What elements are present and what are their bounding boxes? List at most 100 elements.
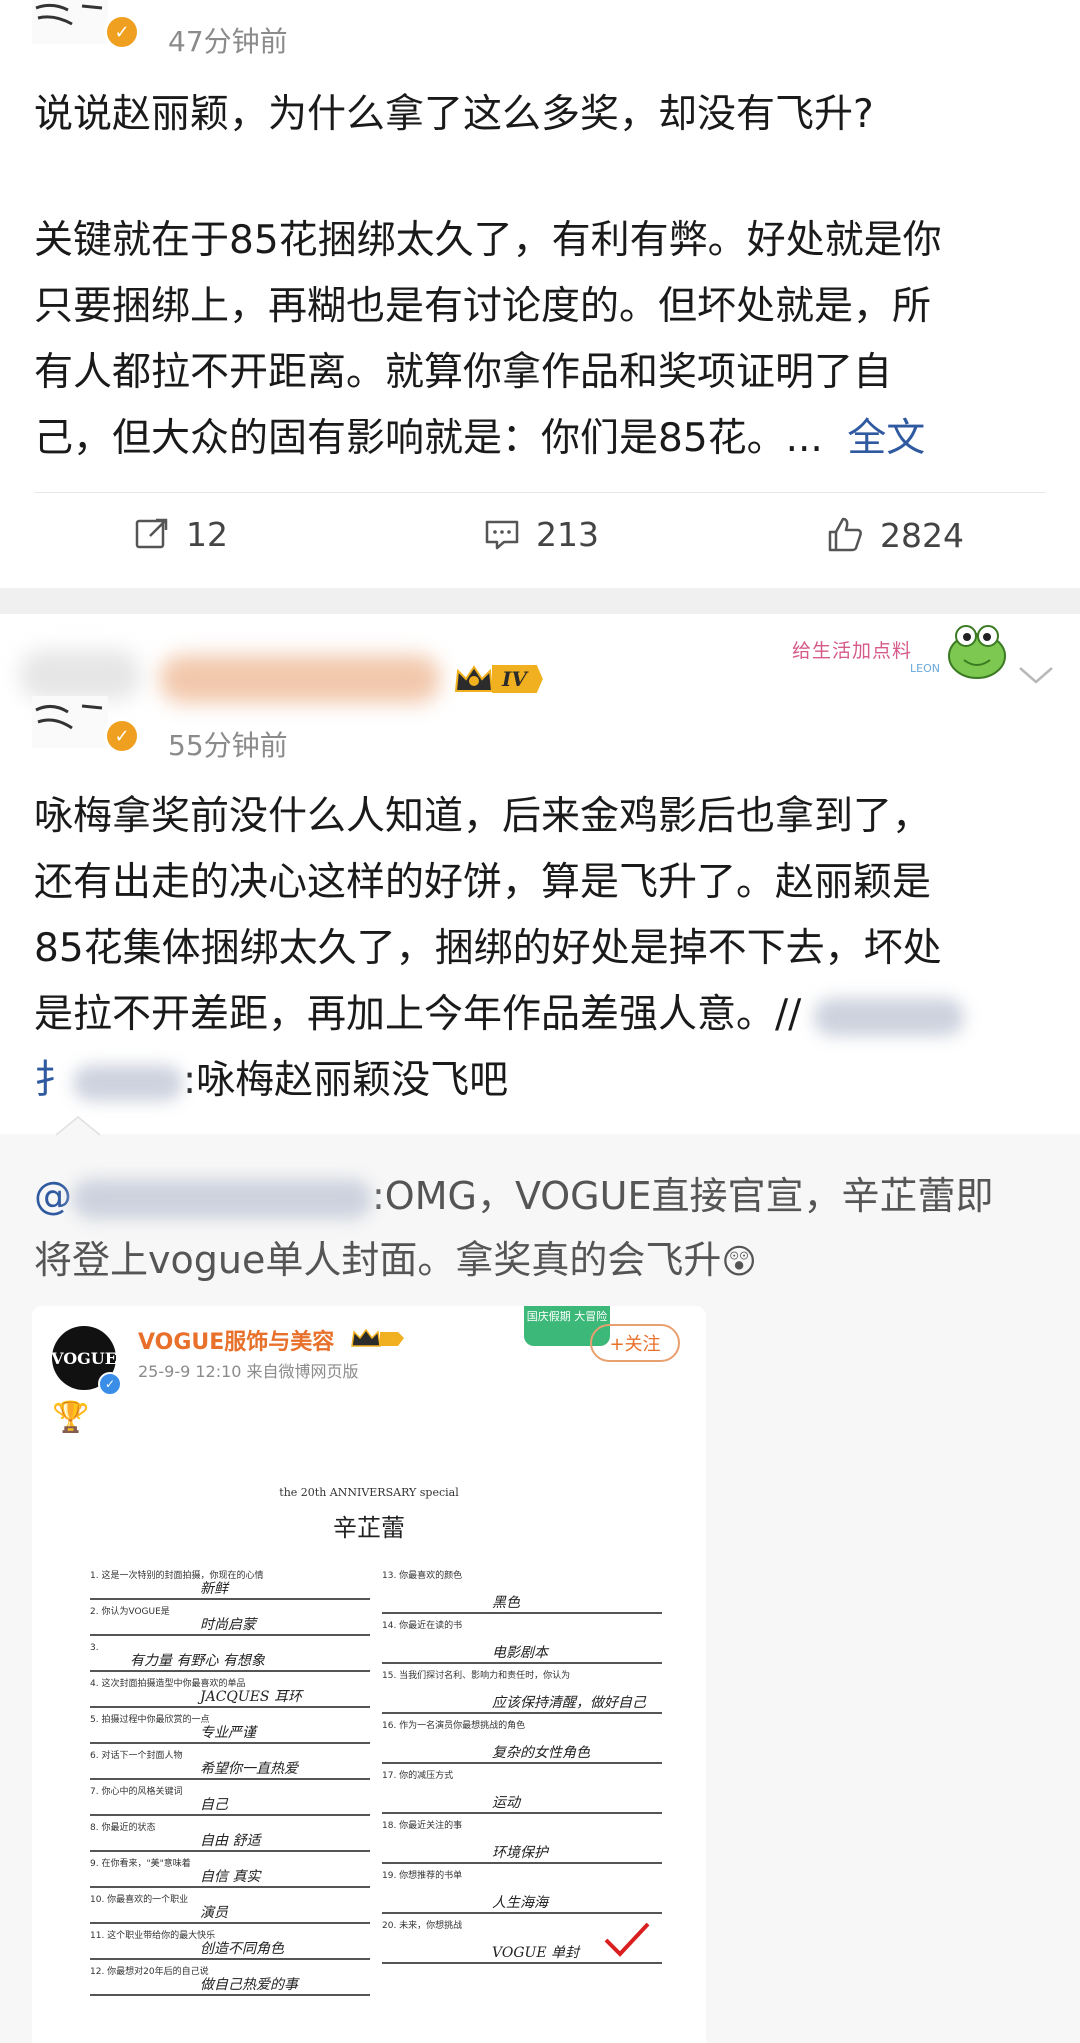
question-text: 7. 你心中的风格关键词 [90, 1787, 183, 1797]
like-count: 2824 [880, 515, 964, 555]
answer-underline [90, 1670, 370, 1672]
question-text: 19. 你想推荐的书单 [382, 1871, 463, 1881]
doc-header: the 20th ANNIVERSARY special [279, 1486, 459, 1499]
quote-pointer-icon [56, 1116, 100, 1136]
handwritten-answer: 电影剧本 [492, 1645, 548, 1661]
check-mark-icon [604, 1922, 650, 1957]
doc-left-column: 1. 这是一次特别的封面拍摄，你现在的心情 新鲜 2. 你认为VOGUE是 时尚启蒙 3… [90, 1568, 390, 2008]
follow-button[interactable]: +关注 [590, 1324, 680, 1362]
handwritten-answer: 黑色 [492, 1595, 520, 1611]
verified-badge-icon: ✓ [104, 718, 140, 754]
handwritten-answer: 时尚启蒙 [200, 1617, 256, 1633]
question-text: 5. 拍摄过程中你最欣赏的一点 [90, 1715, 210, 1725]
mention-link[interactable]: 扌 [34, 1058, 73, 1103]
answer-underline [90, 1994, 370, 1996]
answer-underline [90, 1634, 370, 1636]
frog-sticker-icon [948, 625, 1006, 679]
quote-text: :OMG，VOGUE直接官宣，辛芷蕾即 [372, 1174, 994, 1218]
trophy-icon: 🏆 [52, 1400, 90, 1435]
questionnaire-item: 1. 这是一次特别的封面拍摄，你现在的心情 新鲜 [90, 1568, 380, 1604]
question-text: 2. 你认为VOGUE是 [90, 1607, 170, 1617]
username-blurred[interactable] [20, 650, 140, 700]
questionnaire-item: 17. 你的减压方式运动 [382, 1768, 672, 1818]
divider [34, 492, 1046, 493]
vogue-avatar-text: VOGUE [51, 1348, 117, 1368]
question-text: 17. 你的减压方式 [382, 1771, 454, 1781]
post-title-line: 说说赵丽颖，为什么拿了这么多奖，却没有飞升? [34, 92, 874, 137]
handwritten-answer: 运动 [492, 1795, 520, 1811]
crown-icon [454, 665, 494, 692]
astonished-emoji-icon: 😲 [721, 1242, 757, 1282]
questionnaire-item: 16. 作为一名演员你最想挑战的角色 复杂的女性角色 [382, 1718, 672, 1768]
question-text: 16. 作为一名演员你最想挑战的角色 [382, 1721, 526, 1731]
answer-underline [90, 1706, 370, 1708]
question-text: 14. 你最近在读的书 [382, 1621, 463, 1631]
post-time: 55分钟前 [168, 729, 288, 762]
answer-underline [90, 1850, 370, 1852]
post-body-text: 是拉不开差距，再加上今年作品差强人意。// [34, 992, 802, 1037]
account-name: VOGUE服饰与美容 [138, 1330, 335, 1355]
answer-underline [90, 1778, 370, 1780]
post-body-text: 己，但大众的固有影响就是：你们是85花。... [34, 416, 823, 461]
handwritten-answer: 自由 舒适 [200, 1833, 261, 1849]
answer-underline [90, 1814, 370, 1816]
repost-button[interactable]: 12 [132, 514, 228, 554]
embedded-image[interactable]: VOGUE ✓ VOGUE服饰与美容 25-9-9 12:10 来自微博网页版 … [32, 1306, 706, 2043]
sticker-sub: LEON [910, 662, 940, 675]
full-text-link[interactable]: 全文 [847, 416, 925, 461]
questionnaire-item: 8. 你最近的状态 自由 舒适 [90, 1820, 380, 1856]
questionnaire-item: 2. 你认为VOGUE是时尚启蒙 [90, 1604, 380, 1640]
post-body-line: 关键就在于85花捆绑太久了，有利有弊。好处就是你 [34, 218, 942, 263]
handwritten-answer: 人生海海 [492, 1895, 548, 1911]
questionnaire-item: 12. 你最想对20年后的自己说 做自己热爱的事 [90, 1964, 380, 2000]
chevron-down-icon[interactable] [1016, 664, 1056, 688]
post-body-line: 己，但大众的固有影响就是：你们是85花。... 全文 [34, 406, 925, 472]
question-text: 10. 你最喜欢的一个职业 [90, 1895, 189, 1905]
quote-at[interactable]: @ [34, 1174, 72, 1218]
post-body-line: 咏梅拿奖前没什么人知道，后来金鸡影后也拿到了， [34, 794, 932, 839]
questionnaire-item: 6. 对话下一个封面人物 希望你一直热爱 [90, 1748, 380, 1784]
comment-count: 213 [536, 514, 599, 554]
question-text: 20. 未来，你想挑战 [382, 1921, 463, 1931]
repost-count: 12 [186, 514, 228, 554]
handwritten-answer: 创造不同角色 [200, 1941, 284, 1957]
handwritten-answer: 应该保持清醒，做好自己 [492, 1695, 646, 1711]
post-body-line: 有人都拉不开距离。就算你拿作品和奖项证明了自 [34, 350, 893, 395]
handwritten-answer: 新鲜 [200, 1581, 228, 1597]
handwritten-answer: 希望你一直热爱 [200, 1761, 298, 1777]
avatar[interactable] [32, 696, 108, 748]
quote-text: 将登上vogue单人封面。拿奖真的会飞升 [34, 1238, 722, 1282]
post-body-line: 只要捆绑上，再糊也是有讨论度的。但坏处就是，所 [34, 284, 932, 329]
answer-underline [382, 1762, 662, 1764]
questionnaire-item: 10. 你最喜欢的一个职业 演员 [90, 1892, 380, 1928]
questionnaire-item: 4. 这次封面拍摄造型中你最喜欢的单品 JACQUES 耳环 [90, 1676, 380, 1712]
questionnaire-item: 14. 你最近在读的书电影剧本 [382, 1618, 672, 1668]
handwritten-answer: 自信 真实 [200, 1869, 261, 1885]
comment-button[interactable]: 213 [482, 514, 599, 554]
level-text: IV [492, 665, 543, 693]
post-body-line: 扌:咏梅赵丽颖没飞吧 [34, 1048, 508, 1114]
quote-line: @ :OMG，VOGUE直接官宣，辛芷蕾即 [34, 1164, 993, 1228]
questionnaire-item: 7. 你心中的风格关键词自己 [90, 1784, 380, 1820]
post-body-line: 还有出走的决心这样的好饼，算是飞升了。赵丽颖是 [34, 860, 932, 905]
answer-underline [90, 1742, 370, 1744]
comment-icon [485, 520, 519, 550]
username-blurred[interactable] [160, 655, 440, 703]
question-text: 13. 你最喜欢的颜色 [382, 1571, 463, 1581]
question-text: 15. 当我们探讨名利、影响力和责任时，你认为 [382, 1671, 571, 1681]
post-time: 47分钟前 [168, 25, 288, 58]
like-button[interactable]: 2824 [824, 514, 964, 556]
handwritten-answer: JACQUES 耳环 [200, 1689, 302, 1705]
handwritten-answer: VOGUE 单封 [492, 1945, 579, 1961]
answer-underline [90, 1598, 370, 1600]
answer-underline [382, 1912, 662, 1914]
answer-underline [382, 1612, 662, 1614]
questionnaire-item: 3. 有力量 有野心 有想象 [90, 1640, 380, 1676]
answer-underline [382, 1862, 662, 1864]
sticker-text: 给生活加点料 [792, 640, 913, 662]
handwritten-answer: 自己 [200, 1797, 228, 1813]
quote-author-blurred[interactable] [72, 1178, 372, 1219]
avatar[interactable] [32, 0, 108, 44]
mention-blurred[interactable] [813, 997, 964, 1036]
mention-blurred[interactable] [73, 1064, 184, 1101]
